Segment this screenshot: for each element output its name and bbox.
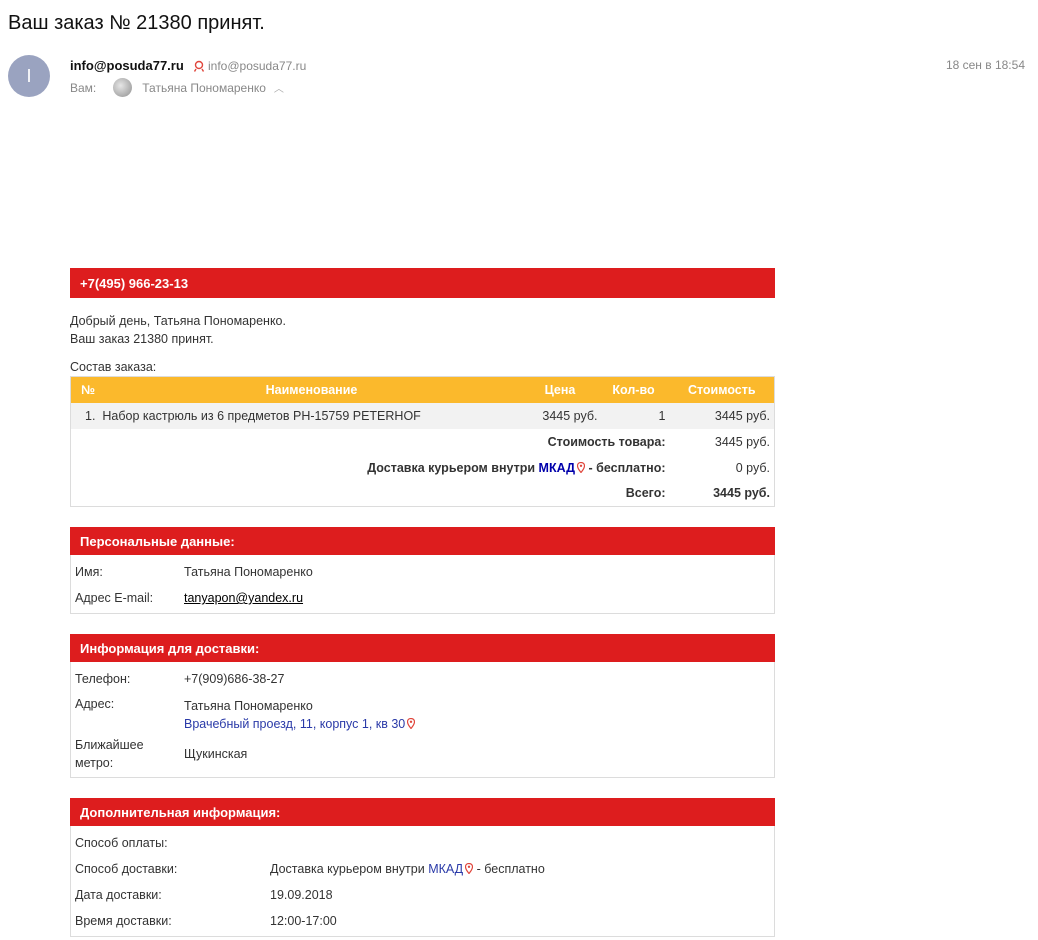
header-price: Цена [522, 376, 598, 403]
recipient-name[interactable]: Татьяна Пономаренко [142, 81, 266, 95]
map-pin-icon[interactable] [465, 863, 474, 874]
sender-avatar[interactable]: I [8, 55, 50, 97]
total-label: Всего: [625, 486, 666, 501]
personal-data-title: Персональные данные: [70, 527, 775, 555]
delivery-date-row: Дата доставки: 19.09.2018 [75, 882, 770, 908]
subtotal-value: 3445 руб. [714, 434, 770, 449]
total-value: 3445 руб. [713, 486, 770, 501]
address-label: Адрес: [75, 697, 115, 711]
email-subject: Ваш заказ № 21380 принят. [8, 12, 265, 34]
delivery-address-row: Адрес: Татьяна Пономаренко Врачебный про… [75, 692, 770, 733]
metro-value: Щукинская [184, 747, 248, 761]
method-start: Доставка курьером внутри [270, 862, 425, 876]
greeting-block: Добрый день, Татьяна Пономаренко. Ваш за… [70, 312, 775, 348]
to-label: Вам: [70, 80, 97, 95]
delivery-label-end: - бесплатно: [588, 460, 666, 475]
additional-info-body: Способ оплаты: Способ доставки: Доставка… [70, 826, 775, 937]
item-qty: 1 [597, 402, 670, 429]
header-num: № [70, 376, 101, 403]
delivery-method-value: Доставка курьером внутри МКАД - бесплатн… [270, 862, 770, 876]
mkad-link[interactable]: МКАД [539, 461, 575, 475]
personal-data-block: Персональные данные: Имя: Татьяна Понома… [70, 527, 775, 614]
subtotal-row: Стоимость товара: 3445 руб. [71, 429, 775, 455]
delivery-date-label: Дата доставки: [75, 888, 162, 902]
item-number: 1. [85, 408, 96, 423]
order-label: Состав заказа: [70, 360, 157, 374]
recipient-avatar [113, 78, 133, 97]
delivery-metro-row: Ближайшее метро: Щукинская [75, 733, 770, 775]
personal-data-body: Имя: Татьяна Пономаренко Адрес E-mail: t… [70, 555, 775, 614]
phone-value: +7(909)686-38-27 [184, 672, 285, 686]
delivery-row: Доставка курьером внутри МКАД - бесплатн… [71, 455, 775, 481]
item-cost: 3445 руб. [669, 402, 775, 429]
name-label: Имя: [75, 565, 103, 579]
address-link[interactable]: Врачебный проезд, 11, корпус 1, кв 30 [184, 717, 405, 731]
phone-header: +7(495) 966-23-13 [70, 268, 775, 298]
delivery-time-label: Время доставки: [75, 914, 172, 928]
verified-sender-icon [193, 60, 205, 72]
delivery-method-label: Способ доставки: [75, 862, 178, 876]
additional-info-title: Дополнительная информация: [70, 798, 775, 826]
chevron-up-icon[interactable]: ︿ [274, 80, 284, 95]
address-recipient: Татьяна Пономаренко [184, 699, 313, 713]
recipient-row: Вам: Татьяна Пономаренко ︿ [70, 78, 284, 97]
phone-label: Телефон: [75, 672, 131, 686]
mkad-link[interactable]: МКАД [428, 862, 463, 876]
sender-email: info@posuda77.ru [208, 59, 307, 73]
table-row: 1. Набор кастрюль из 6 предметов РН-1575… [70, 402, 775, 429]
item-price: 3445 руб. [522, 402, 598, 429]
header-name: Наименование [100, 376, 523, 403]
metro-label: Ближайшее метро: [75, 738, 144, 770]
map-pin-icon[interactable] [577, 461, 585, 473]
total-row: Всего: 3445 руб. [71, 481, 775, 507]
sender-address[interactable]: info@posuda77.ru [193, 59, 306, 73]
payment-label: Способ оплаты: [75, 836, 168, 850]
delivery-label: Доставка курьером внутри МКАД - бесплатн… [71, 455, 670, 481]
store-phone[interactable]: +7(495) 966-23-13 [80, 276, 188, 291]
order-table: № Наименование Цена Кол-во Стоимость 1. … [70, 376, 775, 507]
delivery-value: 0 руб. [735, 460, 770, 475]
delivery-time-row: Время доставки: 12:00-17:00 [75, 908, 770, 934]
header-cost: Стоимость [669, 376, 775, 403]
delivery-label-start: Доставка курьером внутри [367, 460, 536, 475]
item-name: Набор кастрюль из 6 предметов РН-15759 P… [102, 408, 421, 423]
customer-email-link[interactable]: tanyapon@yandex.ru [184, 591, 303, 605]
email-label: Адрес E-mail: [75, 591, 154, 605]
order-accepted-text: Ваш заказ 21380 принят. [70, 332, 214, 346]
delivery-info-block: Информация для доставки: Телефон: +7(909… [70, 634, 775, 778]
email-date: 18 сен в 18:54 [945, 58, 1025, 72]
personal-name-row: Имя: Татьяна Пономаренко [75, 559, 770, 585]
delivery-time-value: 12:00-17:00 [270, 914, 337, 928]
order-table-header: № Наименование Цена Кол-во Стоимость [70, 376, 775, 403]
name-value: Татьяна Пономаренко [184, 565, 313, 579]
payment-row: Способ оплаты: [75, 830, 770, 856]
email-body: +7(495) 966-23-13 Добрый день, Татьяна П… [70, 268, 775, 937]
delivery-info-body: Телефон: +7(909)686-38-27 Адрес: Татьяна… [70, 662, 775, 778]
delivery-method-row: Способ доставки: Доставка курьером внутр… [75, 856, 770, 882]
item-name-cell: 1. Набор кастрюль из 6 предметов РН-1575… [70, 402, 523, 429]
address-value: Татьяна Пономаренко Врачебный проезд, 11… [184, 697, 770, 733]
map-pin-icon[interactable] [407, 718, 416, 729]
sender-name[interactable]: info@posuda77.ru [70, 58, 184, 73]
additional-info-block: Дополнительная информация: Способ оплаты… [70, 798, 775, 937]
header-qty: Кол-во [597, 376, 670, 403]
delivery-info-title: Информация для доставки: [70, 634, 775, 662]
greeting-text: Добрый день, Татьяна Пономаренко. [70, 314, 286, 328]
delivery-date-value: 19.09.2018 [270, 888, 333, 902]
subtotal-label: Стоимость товара: [547, 434, 666, 449]
personal-email-row: Адрес E-mail: tanyapon@yandex.ru [75, 585, 770, 611]
method-end: - бесплатно [476, 862, 545, 876]
delivery-phone-row: Телефон: +7(909)686-38-27 [75, 666, 770, 692]
